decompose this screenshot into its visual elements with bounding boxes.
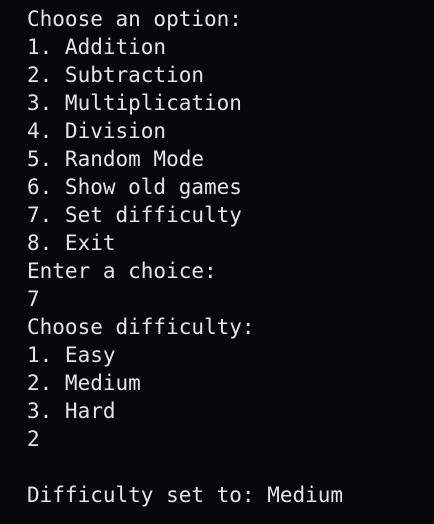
difficulty-input: 2 — [27, 427, 40, 451]
menu-prompt: Choose an option: — [27, 7, 242, 31]
menu-option-set-difficulty: 7. Set difficulty — [27, 203, 242, 227]
menu-option-subtraction: 2. Subtraction — [27, 63, 205, 87]
choice-prompt: Enter a choice: — [27, 259, 217, 283]
terminal-window[interactable]: Choose an option: 1. Addition 2. Subtrac… — [0, 0, 434, 524]
difficulty-option-medium: 2. Medium — [27, 371, 141, 395]
menu-option-random-mode: 5. Random Mode — [27, 147, 205, 171]
menu-option-division: 4. Division — [27, 119, 167, 143]
menu-option-addition: 1. Addition — [27, 35, 167, 59]
choice-input: 7 — [27, 287, 40, 311]
difficulty-option-easy: 1. Easy — [27, 343, 116, 367]
result-message: Difficulty set to: Medium — [27, 483, 344, 507]
menu-option-show-old-games: 6. Show old games — [27, 175, 242, 199]
difficulty-prompt: Choose difficulty: — [27, 315, 255, 339]
difficulty-option-hard: 3. Hard — [27, 399, 116, 423]
menu-option-multiplication: 3. Multiplication — [27, 91, 242, 115]
menu-option-exit: 8. Exit — [27, 231, 116, 255]
